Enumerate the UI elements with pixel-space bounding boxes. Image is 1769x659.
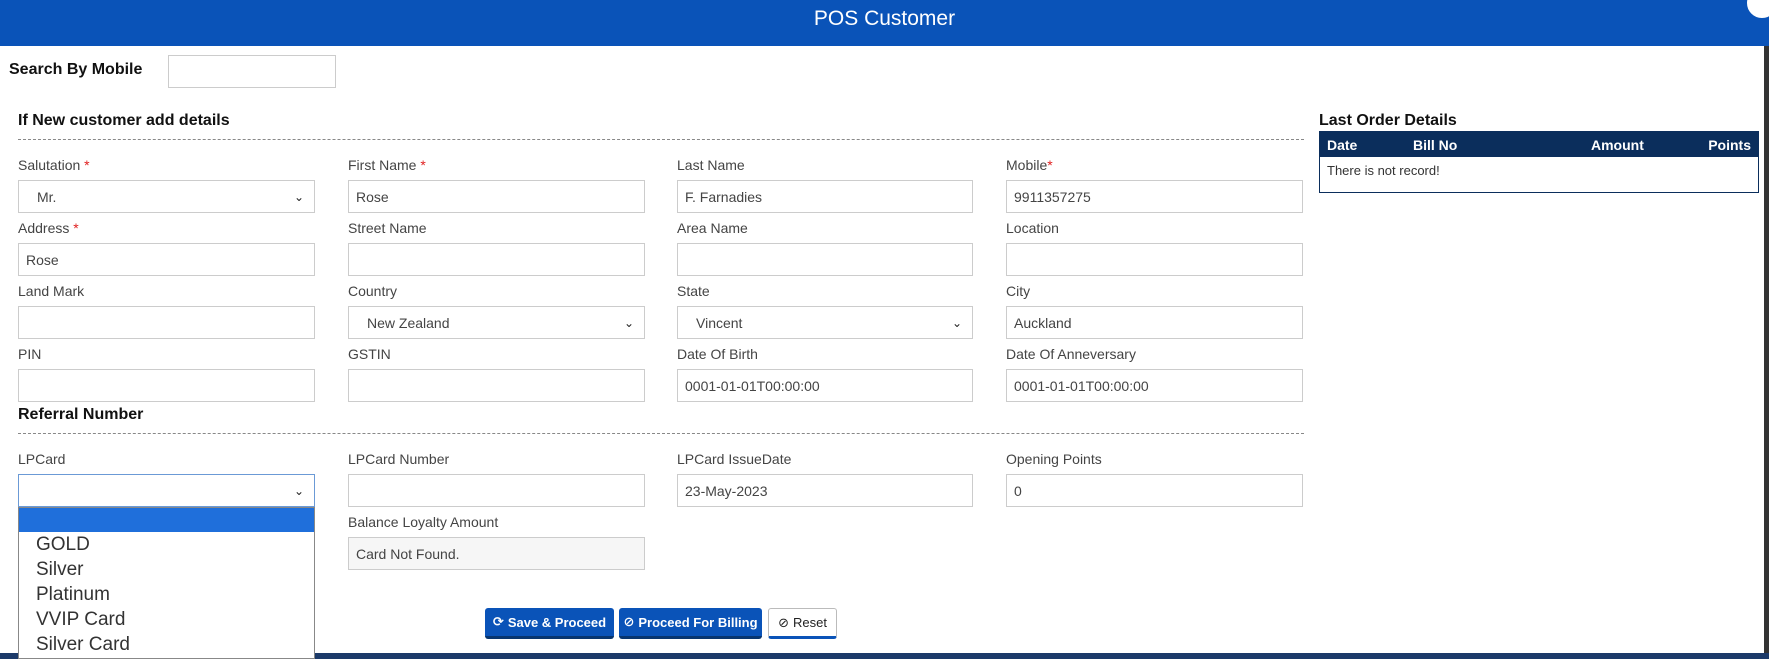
reset-label: Reset <box>792 615 827 630</box>
dob-label: Date Of Birth <box>677 346 758 362</box>
column-header-bill-no: Bill No <box>1413 137 1458 153</box>
reset-button[interactable]: ⊘ Reset <box>768 608 837 639</box>
ban-icon: ⊘ <box>778 614 789 630</box>
dropdown-option[interactable]: Platinum <box>19 582 314 607</box>
dob-input[interactable]: 0001-01-01T00:00:00 <box>677 369 973 402</box>
section-divider <box>18 139 1304 140</box>
proceed-billing-label: Proceed For Billing <box>638 614 758 630</box>
chevron-down-icon: ⌄ <box>293 483 304 498</box>
column-header-date: Date <box>1327 137 1358 153</box>
refresh-icon: ⟳ <box>492 614 504 629</box>
section-divider <box>18 433 1304 434</box>
opening-points-input[interactable]: 0 <box>1006 474 1303 507</box>
lpcard-issue-date-label: LPCard IssueDate <box>677 451 792 467</box>
save-proceed-label: Save & Proceed <box>507 614 607 630</box>
window-title-bar: POS Customer <box>0 0 1769 46</box>
dropdown-option[interactable]: Silver <box>19 557 314 582</box>
lpcard-select[interactable]: ⌄ <box>18 474 315 507</box>
mobile-label: Mobile* <box>1006 157 1053 173</box>
opening-points-label: Opening Points <box>1006 451 1102 467</box>
area-name-label: Area Name <box>677 220 748 236</box>
balance-loyalty-input: Card Not Found. <box>348 537 645 570</box>
proceed-billing-button[interactable]: ⊘ Proceed For Billing <box>619 608 762 639</box>
gstin-input[interactable] <box>348 369 645 402</box>
state-value: Vincent <box>696 314 743 331</box>
address-label: Address * <box>18 220 79 236</box>
ban-icon: ⊘ <box>623 614 635 629</box>
country-select[interactable]: New Zealand ⌄ <box>348 306 645 339</box>
last-order-heading: Last Order Details <box>1319 112 1457 129</box>
search-by-mobile-label: Search By Mobile <box>9 61 143 78</box>
lpcard-label: LPCard <box>18 451 66 467</box>
city-input[interactable]: Auckland <box>1006 306 1303 339</box>
pin-input[interactable] <box>18 369 315 402</box>
save-proceed-button[interactable]: ⟳ Save & Proceed <box>485 608 614 639</box>
dropdown-option[interactable] <box>19 508 314 532</box>
balance-loyalty-label: Balance Loyalty Amount <box>348 514 499 530</box>
area-name-input[interactable] <box>677 243 973 276</box>
table-header: Date Bill No Amount Points <box>1320 132 1758 157</box>
dropdown-option[interactable]: GOLD <box>19 532 314 557</box>
street-name-label: Street Name <box>348 220 427 236</box>
mobile-input[interactable]: 9911357275 <box>1006 180 1303 213</box>
first-name-label: First Name * <box>348 157 426 173</box>
salutation-select[interactable]: Mr. ⌄ <box>18 180 315 213</box>
referral-heading: Referral Number <box>18 406 144 423</box>
country-value: New Zealand <box>367 314 450 331</box>
country-label: Country <box>348 283 398 299</box>
state-label: State <box>677 283 710 299</box>
new-customer-heading: If New customer add details <box>18 112 230 129</box>
chevron-down-icon: ⌄ <box>293 189 304 204</box>
vertical-scrollbar[interactable] <box>1764 46 1769 659</box>
last-name-label: Last Name <box>677 157 745 173</box>
column-header-points: Points <box>1708 137 1751 153</box>
column-header-amount: Amount <box>1591 137 1644 153</box>
salutation-value: Mr. <box>37 188 57 205</box>
last-order-table: Date Bill No Amount Points There is not … <box>1319 131 1759 193</box>
lpcard-number-label: LPCard Number <box>348 451 450 467</box>
gstin-label: GSTIN <box>348 346 391 362</box>
first-name-input[interactable]: Rose <box>348 180 645 213</box>
empty-table-message: There is not record! <box>1327 163 1440 178</box>
anniversary-label: Date Of Anneversary <box>1006 346 1136 362</box>
location-input[interactable] <box>1006 243 1303 276</box>
street-name-input[interactable] <box>348 243 645 276</box>
last-name-input[interactable]: F. Farnadies <box>677 180 973 213</box>
anniversary-input[interactable]: 0001-01-01T00:00:00 <box>1006 369 1303 402</box>
salutation-label: Salutation * <box>18 157 90 173</box>
window-title: POS Customer <box>813 7 956 30</box>
lpcard-issue-date-input[interactable]: 23-May-2023 <box>677 474 973 507</box>
dropdown-option[interactable]: VVIP Card <box>19 607 314 632</box>
location-label: Location <box>1006 220 1059 236</box>
land-mark-input[interactable] <box>18 306 315 339</box>
address-input[interactable]: Rose <box>18 243 315 276</box>
land-mark-label: Land Mark <box>18 283 85 299</box>
state-select[interactable]: Vincent ⌄ <box>677 306 973 339</box>
lpcard-dropdown-list[interactable]: GOLD Silver Platinum VVIP Card Silver Ca… <box>18 507 315 659</box>
chevron-down-icon: ⌄ <box>951 315 962 330</box>
dropdown-option[interactable]: Silver Card <box>19 632 314 657</box>
chevron-down-icon: ⌄ <box>623 315 634 330</box>
pin-label: PIN <box>18 346 42 362</box>
city-label: City <box>1006 283 1031 299</box>
lpcard-number-input[interactable] <box>348 474 645 507</box>
search-by-mobile-input[interactable] <box>168 55 336 88</box>
